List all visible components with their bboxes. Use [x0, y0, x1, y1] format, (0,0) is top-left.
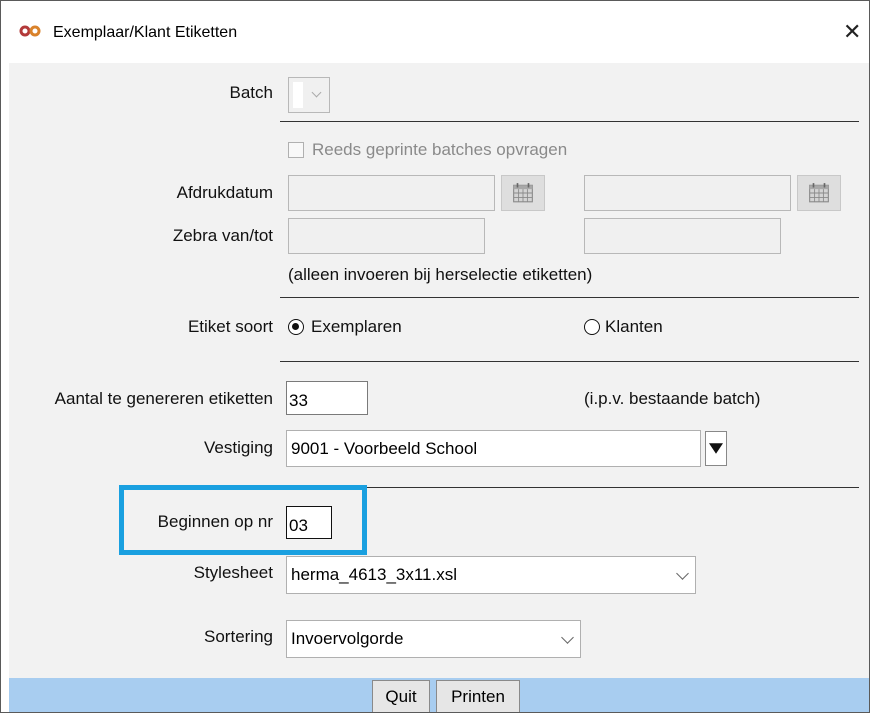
- separator-2: [280, 297, 859, 298]
- calendar-icon: [513, 183, 533, 203]
- count-note: (i.p.v. bestaande batch): [584, 389, 761, 408]
- sort-select-value: Invoervolgorde: [291, 629, 404, 648]
- branch-select[interactable]: 9001 - Voorbeeld School: [286, 430, 701, 467]
- form-area: [9, 63, 869, 712]
- title-bar: Exemplaar/Klant Etiketten ✕: [1, 1, 869, 63]
- calendar-button-from[interactable]: [501, 175, 545, 211]
- label-type-label: Etiket soort: [187, 317, 273, 336]
- batch-label: Batch: [229, 83, 273, 102]
- print-date-from-field[interactable]: [288, 175, 495, 211]
- chevron-down-icon: [676, 567, 689, 580]
- print-date-to-field[interactable]: [584, 175, 791, 211]
- calendar-button-to[interactable]: [797, 175, 841, 211]
- zebra-from-field[interactable]: [288, 218, 485, 254]
- print-date-label: Afdrukdatum: [176, 183, 273, 202]
- batch-select[interactable]: [288, 77, 330, 113]
- stylesheet-select[interactable]: herma_4613_3x11.xsl: [286, 556, 696, 594]
- separator-1: [280, 121, 859, 122]
- window-title: Exemplaar/Klant Etiketten: [53, 24, 238, 41]
- chevron-down-icon: [561, 631, 574, 644]
- radio-klanten[interactable]: [584, 319, 600, 335]
- branch-dropdown-button[interactable]: [705, 431, 727, 466]
- count-label: Aantal te genereren etiketten: [54, 389, 273, 408]
- close-icon[interactable]: ✕: [843, 19, 861, 45]
- zebra-label: Zebra van/tot: [172, 226, 273, 245]
- triangle-down-icon: [709, 443, 723, 454]
- radio-exemplaren-label: Exemplaren: [311, 317, 402, 336]
- reprint-checkbox[interactable]: [288, 142, 304, 158]
- quit-button[interactable]: Quit: [372, 680, 430, 712]
- zebra-to-field[interactable]: [584, 218, 781, 254]
- sort-label: Sortering: [204, 627, 273, 646]
- calendar-icon: [809, 183, 829, 203]
- separator-3: [280, 361, 859, 362]
- infinity-logo-icon: [19, 25, 41, 37]
- stylesheet-select-value: herma_4613_3x11.xsl: [291, 565, 458, 584]
- radio-exemplaren[interactable]: [288, 319, 304, 335]
- dialog-window: Exemplaar/Klant Etiketten ✕ Batch Reeds …: [0, 0, 870, 713]
- branch-label: Vestiging: [204, 438, 273, 457]
- radio-klanten-label: Klanten: [605, 317, 663, 336]
- reprint-checkbox-label: Reeds geprinte batches opvragen: [312, 140, 568, 159]
- reselect-note: (alleen invoeren bij herselectie etikett…: [288, 265, 593, 284]
- branch-select-value: 9001 - Voorbeeld School: [291, 439, 478, 458]
- print-button[interactable]: Printen: [436, 680, 520, 712]
- count-input[interactable]: [286, 381, 368, 415]
- stylesheet-label: Stylesheet: [193, 563, 273, 582]
- sort-select[interactable]: Invoervolgorde: [286, 620, 581, 658]
- chevron-down-icon: [311, 87, 322, 98]
- highlight-box: [119, 485, 367, 555]
